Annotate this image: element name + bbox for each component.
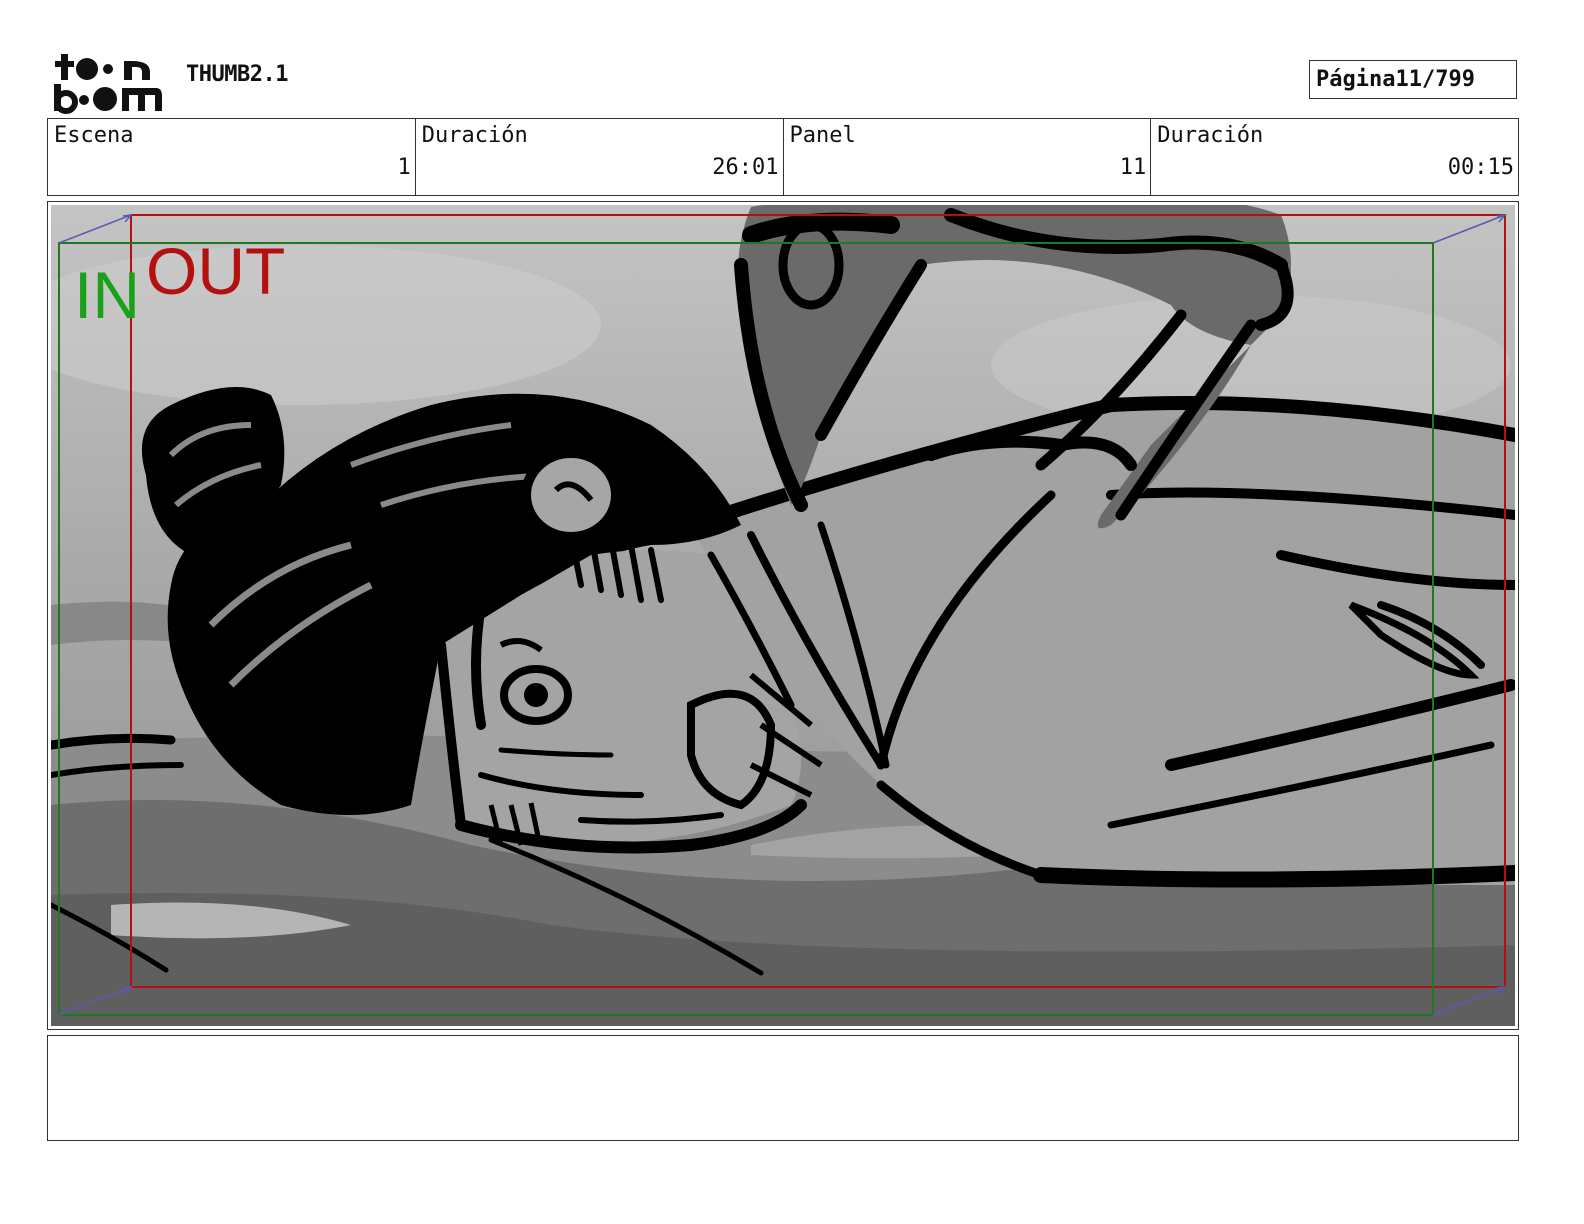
panel-notes-box[interactable] <box>47 1035 1519 1141</box>
scene-duration-cell: Duración 26:01 <box>416 119 784 195</box>
toon-boom-logo-icon <box>54 54 162 114</box>
scene-info-row: Escena 1 Duración 26:01 Panel 11 Duració… <box>47 118 1519 196</box>
storyboard-drawing <box>51 205 1515 1026</box>
scene-duration-label: Duración <box>421 123 528 148</box>
toon-boom-logo <box>52 52 164 114</box>
panel-value: 11 <box>1119 155 1147 180</box>
scene-value: 1 <box>397 155 411 180</box>
document-title: THUMB2.1 <box>186 62 288 87</box>
page-value: 11/799 <box>1395 67 1475 92</box>
out-frame-label: OUT <box>146 234 286 308</box>
panel-duration-label: Duración <box>1157 123 1264 148</box>
in-frame-label: IN <box>74 258 140 332</box>
panel-duration-cell: Duración 00:15 <box>1151 119 1518 195</box>
scene-duration-value: 26:01 <box>712 155 779 180</box>
page-indicator: Página 11/799 <box>1309 60 1517 99</box>
scene-cell: Escena 1 <box>48 119 416 195</box>
panel-label: Panel <box>789 123 856 148</box>
scene-label: Escena <box>54 123 134 148</box>
panel-duration-value: 00:15 <box>1447 155 1514 180</box>
page-label: Página <box>1316 67 1396 92</box>
panel-cell: Panel 11 <box>784 119 1152 195</box>
